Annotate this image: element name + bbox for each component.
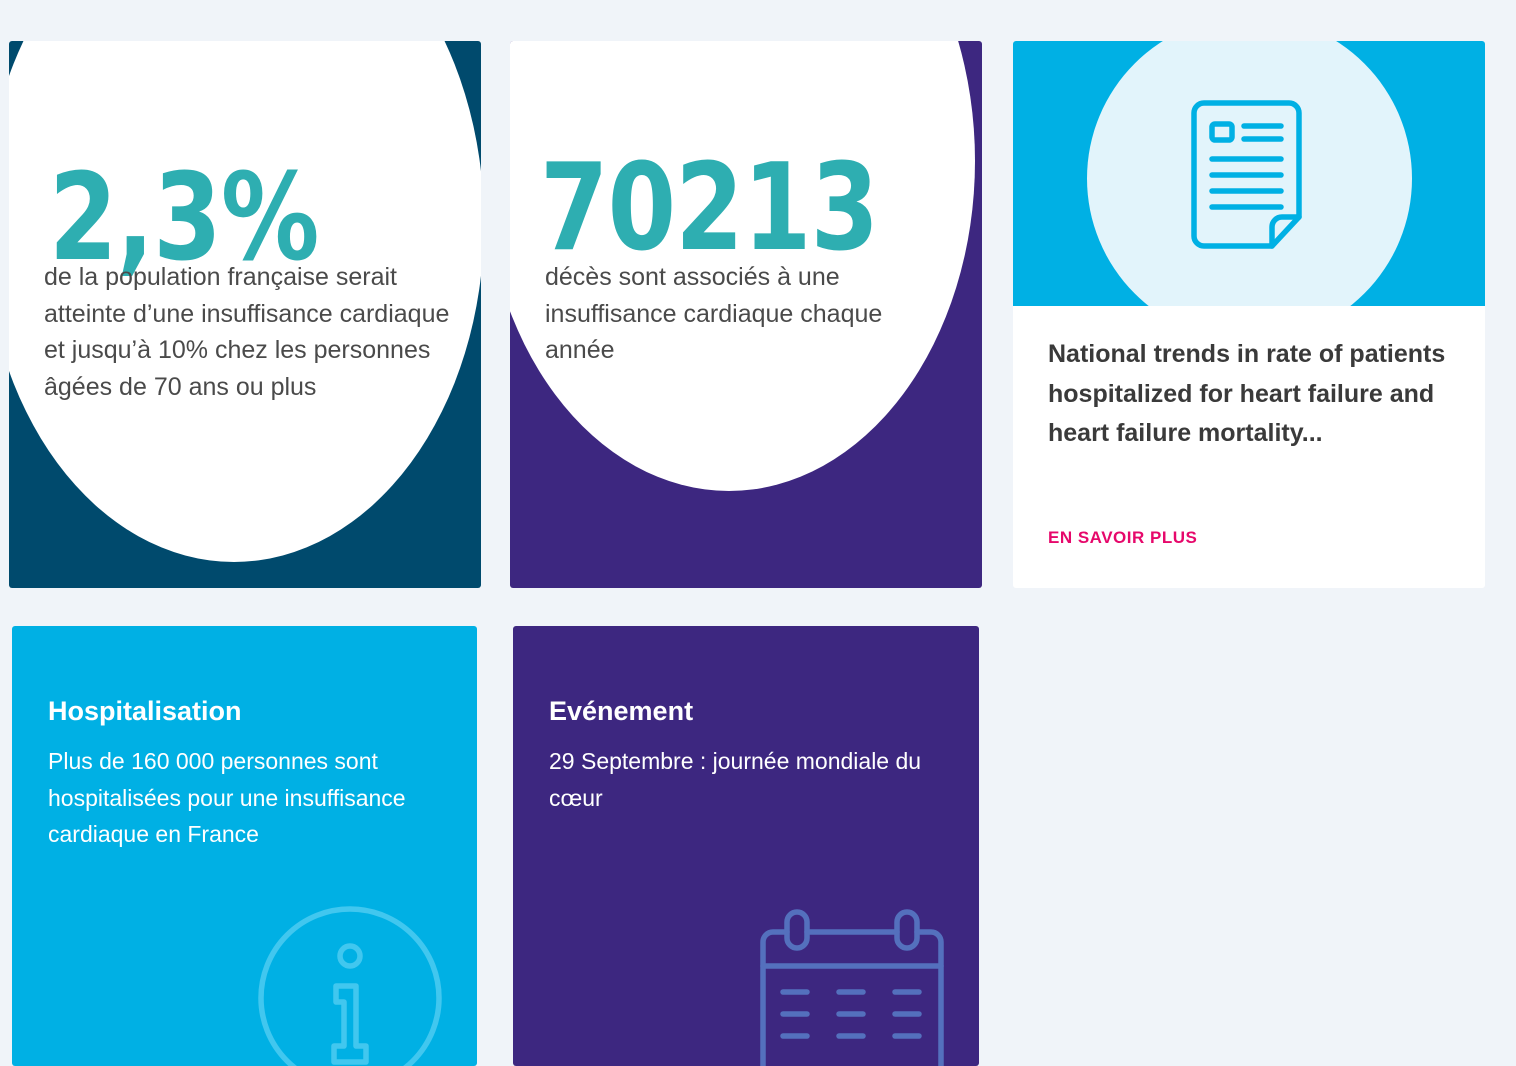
article-card[interactable]: National trends in rate of patients hosp…	[1013, 41, 1485, 588]
info-icon	[258, 906, 442, 1066]
stat-description: décès sont associés à une insuffisance c…	[545, 263, 883, 364]
stat-card-population: 2,3% de la population française serait a…	[9, 41, 481, 588]
calendar-icon	[760, 909, 944, 1066]
info-card-heading: Hospitalisation	[48, 696, 242, 726]
read-more-link[interactable]: EN SAVOIR PLUS	[1048, 528, 1197, 548]
stat-description: de la population française serait attein…	[44, 263, 450, 401]
article-hero	[1013, 41, 1485, 306]
info-card-body: 29 Septembre : journée mondiale du cœur	[549, 748, 922, 811]
info-card-event[interactable]: Evénement 29 Septembre : journée mondial…	[513, 626, 979, 1066]
stat-value: 70213	[540, 139, 879, 278]
info-card-hospitalisation[interactable]: Hospitalisation Plus de 160 000 personne…	[12, 626, 477, 1066]
article-title[interactable]: National trends in rate of patients hosp…	[1048, 335, 1448, 454]
info-card-body: Plus de 160 000 personnes sont hospitali…	[48, 748, 406, 847]
stat-card-deaths: 70213 décès sont associés à une insuffis…	[510, 41, 982, 588]
info-card-heading: Evénement	[549, 696, 694, 726]
document-icon	[1191, 100, 1302, 249]
